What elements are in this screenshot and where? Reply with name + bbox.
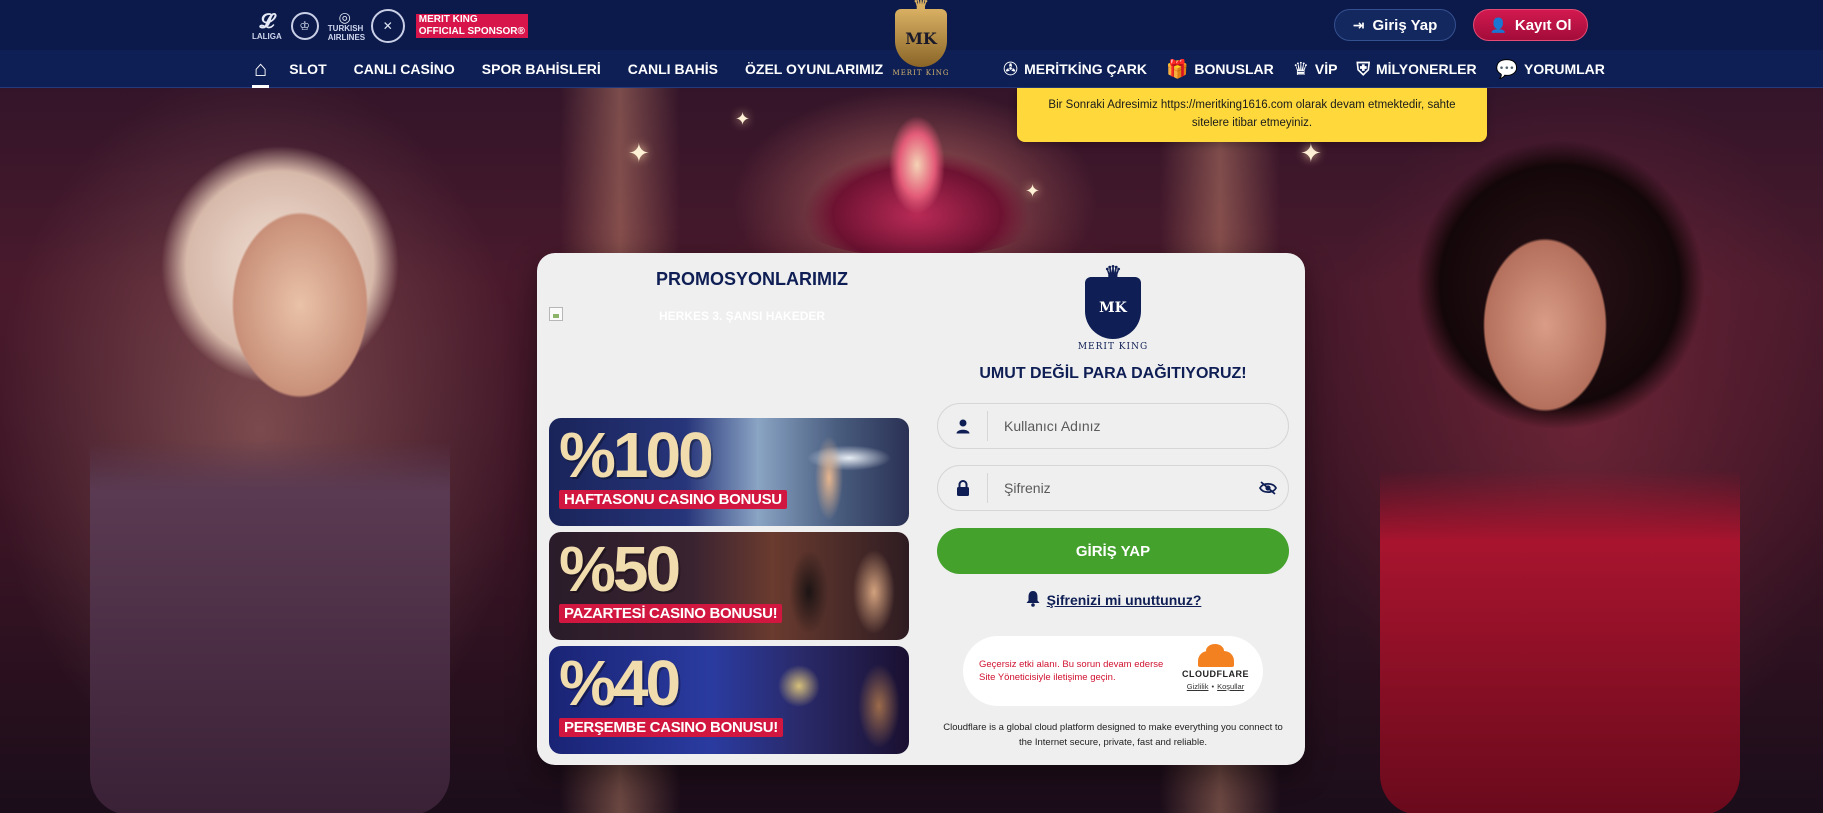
nav-item-sports-betting[interactable]: SPOR BAHİSLERİ: [482, 50, 601, 88]
login-promo-card: PROMOSYONLARIMIZ HERKES 3. ŞANSI HAKEDER…: [537, 253, 1305, 765]
real-madrid-crest-icon: ♔: [290, 12, 319, 40]
address-announcement: Bir Sonraki Adresimiz https://meritking1…: [1017, 88, 1487, 142]
main-nav: ⌂ SLOT CANLI CASİNO SPOR BAHİSLERİ CANLI…: [251, 50, 910, 88]
nav-item-slot[interactable]: SLOT: [289, 50, 326, 88]
nav-item-bonuses[interactable]: 🎁 BONUSLAR: [1166, 50, 1274, 88]
laliga-logo: 𝓛 LALIGA: [252, 10, 282, 41]
banner-artwork: [759, 646, 909, 754]
wheel-icon: ✇: [1003, 59, 1019, 79]
password-field: [937, 465, 1289, 511]
login-logo: MK MERIT KING: [1043, 261, 1183, 359]
home-icon[interactable]: ⌂: [251, 50, 270, 88]
promo-banner-weekend[interactable]: %100 HAFTASONU CASINO BONUSU: [549, 418, 909, 526]
banner-label: PAZARTESİ CASINO BONUSU!: [559, 604, 783, 623]
login-button[interactable]: ⇥ Giriş Yap: [1334, 9, 1456, 41]
broken-image-icon: [549, 307, 563, 321]
register-button[interactable]: 👤 Kayıt Ol: [1473, 9, 1588, 41]
login-form: MK MERIT KING UMUT DEĞİL PARA DAĞITIYORU…: [937, 253, 1289, 765]
shield-icon: ⛨: [1356, 59, 1370, 79]
chat-icon: 💬: [1495, 59, 1518, 79]
nav-item-reviews[interactable]: 💬 YORUMLAR: [1496, 50, 1605, 88]
nav-item-millionaires[interactable]: ⛨ MİLYONERLER: [1356, 50, 1476, 88]
submit-login-button[interactable]: GİRİŞ YAP: [937, 528, 1289, 574]
crown-icon: ♛: [1292, 59, 1309, 79]
username-input[interactable]: [988, 404, 1288, 448]
promo-banner-thursday[interactable]: %40 PERŞEMBE CASINO BONUSU!: [549, 646, 909, 754]
cloudflare-brand: CLOUDFLARE Gizlilik • Koşullar: [1182, 644, 1249, 691]
hero-woman-right: [1380, 95, 1740, 813]
user-icon: [938, 411, 988, 441]
crest-icon: MK: [1085, 261, 1141, 339]
banner-percent: %100: [559, 419, 714, 491]
terms-link[interactable]: Koşullar: [1217, 682, 1244, 691]
banner-percent: %40: [559, 647, 681, 719]
password-input[interactable]: [988, 466, 1248, 510]
bell-icon: [1025, 590, 1041, 610]
secondary-nav: ✇ MERİTKİNG ÇARK 🎁 BONUSLAR ♛ VİP ⛨ MİLY…: [1003, 50, 1624, 88]
turkish-airlines-logo: ◎ TURKISH AIRLINES: [327, 9, 366, 42]
hero-woman-left: [90, 95, 450, 813]
nav-item-live-casino[interactable]: CANLI CASİNO: [354, 50, 455, 88]
broken-promo-image[interactable]: HERKES 3. ŞANSI HAKEDER: [549, 307, 899, 367]
promo-banner-monday[interactable]: %50 PAZARTESİ CASINO BONUSU!: [549, 532, 909, 640]
banner-percent: %50: [559, 533, 681, 605]
nav-item-wheel[interactable]: ✇ MERİTKİNG ÇARK: [1003, 50, 1147, 88]
slogan: UMUT DEĞİL PARA DAĞITIYORUZ!: [979, 365, 1247, 382]
cloudflare-turnstile[interactable]: Geçersiz etki alanı. Bu sorun devam eder…: [963, 636, 1263, 706]
sparkle-icon: ✦: [1300, 138, 1322, 168]
nav-item-vip[interactable]: ♛ VİP: [1293, 50, 1338, 88]
turnstile-error: Geçersiz etki alanı. Bu sorun devam eder…: [979, 659, 1164, 683]
lock-icon: [938, 473, 988, 503]
promo-title: PROMOSYONLARIMIZ: [656, 269, 848, 289]
eye-slash-icon[interactable]: [1248, 481, 1288, 495]
nav-item-special-games[interactable]: ÖZEL OYUNLARIMIZ: [745, 50, 883, 88]
banner-artwork: [759, 532, 909, 640]
promo-image-alt: HERKES 3. ŞANSI HAKEDER: [659, 309, 826, 323]
official-sponsor-tag: MERIT KING OFFICIAL SPONSOR®: [415, 14, 528, 38]
privacy-link[interactable]: Gizlilik: [1187, 682, 1209, 691]
nav-item-live-betting[interactable]: CANLI BAHİS: [628, 50, 718, 88]
add-user-icon: 👤: [1489, 16, 1507, 33]
sparkle-icon: ✦: [1025, 181, 1041, 201]
forgot-password-link[interactable]: Şifrenizi mi unuttunuz?: [937, 590, 1289, 610]
cloudflare-description: Cloudflare is a global cloud platform de…: [943, 722, 1283, 748]
sparkle-icon: ✦: [628, 138, 650, 168]
sponsor-logos: 𝓛 LALIGA ♔ ◎ TURKISH AIRLINES ✕ MERIT KI…: [252, 6, 528, 46]
cloudflare-cloud-icon: [1197, 644, 1234, 667]
gift-icon: 🎁: [1165, 59, 1189, 79]
wimbledon-crest-icon: ✕: [370, 9, 405, 43]
username-field: [937, 403, 1289, 449]
login-icon: ⇥: [1352, 16, 1365, 33]
banner-label: PERŞEMBE CASINO BONUSU!: [559, 718, 783, 737]
banner-artwork: [759, 418, 909, 526]
banner-label: HAFTASONU CASINO BONUSU: [559, 490, 787, 509]
login-brand-name: MERIT KING: [1077, 342, 1149, 352]
sparkle-icon: ✦: [735, 109, 751, 129]
